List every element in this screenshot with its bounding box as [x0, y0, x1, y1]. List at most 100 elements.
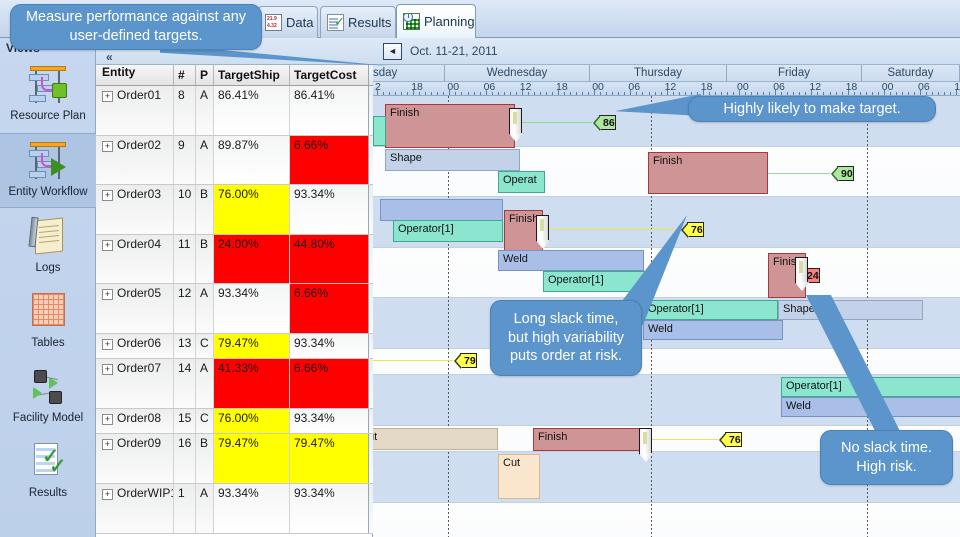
gantt-tick-mark [871, 92, 873, 95]
gantt-bar[interactable]: Operator[1] [643, 300, 778, 320]
grid-header-row: Entity # P TargetShip TargetCost [96, 65, 373, 86]
gantt-tick-mark [461, 92, 463, 95]
gantt-due-date-marker[interactable] [639, 428, 652, 454]
gantt-tick-mark [606, 92, 608, 95]
grid-collapse-icon[interactable]: « [106, 50, 113, 64]
gantt-due-date-marker[interactable] [509, 108, 522, 134]
column-header-p[interactable]: P [196, 65, 214, 85]
sidebar-item-logs-label: Logs [35, 262, 61, 274]
sidebar-item-facility-model[interactable]: Facility Model [0, 360, 96, 435]
data-icon: 21.9 4.32 [265, 14, 282, 31]
expand-plus-icon[interactable]: + [102, 439, 113, 450]
cell-targetcost: 93.34% [290, 409, 369, 433]
application-window: 21.9 4.32 Data ✓ Results Planning Views … [0, 0, 960, 537]
gantt-tick-mark [479, 92, 481, 95]
expand-plus-icon[interactable]: + [102, 414, 113, 425]
gantt-bar[interactable]: Finish [385, 104, 515, 148]
gantt-confidence-flag[interactable]: 90 [831, 165, 854, 182]
gantt-tick-mark [600, 92, 602, 95]
gantt-confidence-flag[interactable]: 86 [593, 114, 616, 131]
table-row[interactable]: + Order05 12 A 93.34% 6.66% [96, 284, 373, 334]
gantt-bar[interactable]: Operat [498, 171, 545, 193]
expand-plus-icon[interactable]: + [102, 190, 113, 201]
table-row[interactable]: + OrderWIP1 1 A 93.34% 93.34% [96, 484, 373, 534]
gantt-tick-mark [377, 90, 378, 95]
cell-entity-label: Order05 [117, 286, 162, 300]
tab-data[interactable]: 21.9 4.32 Data [258, 6, 318, 38]
gantt-tick-mark [624, 92, 626, 95]
expand-plus-icon[interactable]: + [102, 489, 113, 500]
table-row[interactable]: + Order01 8 A 86.41% 86.41% [96, 86, 373, 136]
checkmark-glyph: ✓ [334, 14, 345, 29]
gantt-confidence-flag[interactable]: 76 [681, 221, 704, 238]
gantt-tick-mark [654, 92, 656, 95]
gantt-bar[interactable]: Shape [778, 300, 923, 320]
sidebar-item-entity-workflow[interactable]: Entity Workflow [0, 133, 96, 208]
gantt-bar[interactable] [380, 199, 503, 221]
gantt-tick-mark [781, 92, 783, 95]
gantt-tick-mark [558, 90, 559, 95]
cell-entity-label: Order09 [117, 436, 162, 450]
gantt-tick-mark [564, 92, 566, 95]
gantt-bar[interactable] [373, 116, 386, 146]
column-header-targetcost[interactable]: TargetCost [290, 65, 369, 85]
cell-number: 1 [174, 484, 196, 533]
gantt-tick-mark [956, 90, 958, 95]
gantt-bar[interactable]: Finish [648, 152, 768, 194]
gantt-bar[interactable]: Shape [385, 149, 520, 171]
column-header-number[interactable]: # [174, 65, 196, 85]
gantt-tick-mark [938, 92, 940, 95]
sidebar-item-results[interactable]: ✓ ✓ Results [0, 435, 96, 510]
tab-results[interactable]: ✓ Results [320, 6, 396, 38]
cell-targetcost: 44.80% [290, 235, 369, 283]
expand-plus-icon[interactable]: + [102, 91, 113, 102]
column-header-targetship[interactable]: TargetShip [214, 65, 290, 85]
gantt-tick-mark [775, 90, 777, 95]
table-row[interactable]: + Order04 11 B 24.00% 44.80% [96, 235, 373, 284]
gantt-bar[interactable]: Weld [498, 250, 644, 271]
expand-plus-icon[interactable]: + [102, 364, 113, 375]
expand-plus-icon[interactable]: + [102, 240, 113, 251]
gantt-tick-mark [437, 92, 439, 95]
gantt-row[interactable] [373, 503, 960, 537]
gantt-tick-mark [769, 92, 771, 95]
expand-plus-icon[interactable]: + [102, 289, 113, 300]
gantt-tick-mark [395, 92, 397, 95]
gantt-slack-link [543, 229, 680, 230]
sidebar-item-tables[interactable]: Tables [0, 285, 96, 360]
table-row[interactable]: + Order08 15 C 76.00% 93.34% [96, 409, 373, 434]
gantt-tick-mark [793, 92, 795, 95]
table-row[interactable]: + Order07 14 A 41.33% 6.66% [96, 359, 373, 409]
callout-no-slack: No slack time. High risk. [820, 430, 953, 485]
tab-planning[interactable]: Planning [396, 4, 476, 38]
gantt-due-date-marker[interactable] [795, 257, 808, 283]
gantt-bar[interactable]: Weld [643, 320, 783, 340]
gantt-tick-mark [799, 92, 801, 95]
column-header-entity[interactable]: Entity [96, 65, 174, 85]
gantt-bar[interactable]: ut [373, 428, 498, 450]
gantt-tick-mark [708, 92, 710, 95]
sidebar-item-logs[interactable]: Logs [0, 210, 96, 285]
cell-targetcost: 93.34% [290, 185, 369, 234]
gantt-tick-mark [907, 92, 909, 95]
previous-period-button[interactable]: ◄ [383, 42, 402, 60]
gantt-tick-mark [787, 92, 789, 95]
gantt-slack-link [768, 173, 830, 174]
table-row[interactable]: + Order02 9 A 89.87% 6.66% [96, 136, 373, 185]
gantt-confidence-flag[interactable]: 76 [719, 431, 742, 448]
expand-plus-icon[interactable]: + [102, 339, 113, 350]
gantt-bar[interactable]: Cut [498, 454, 540, 499]
expand-plus-icon[interactable]: + [102, 141, 113, 152]
gantt-tick-mark [551, 92, 553, 95]
gantt-due-date-marker[interactable] [536, 215, 549, 241]
gantt-bar[interactable]: Operator[1] [393, 220, 503, 242]
table-row[interactable]: + Order09 16 B 79.47% 79.47% [96, 434, 373, 484]
table-row[interactable]: + Order03 10 B 76.00% 93.34% [96, 185, 373, 235]
cell-entity: + Order03 [96, 185, 174, 234]
table-row[interactable]: + Order06 13 C 79.47% 93.34% [96, 334, 373, 359]
gantt-bar[interactable]: Finish [533, 428, 646, 451]
gantt-confidence-flag[interactable]: 79 [454, 352, 477, 369]
gantt-tick-mark [539, 92, 541, 95]
sidebar-item-resource-plan[interactable]: Resource Plan [0, 58, 96, 133]
cell-targetship: 79.47% [214, 334, 290, 358]
